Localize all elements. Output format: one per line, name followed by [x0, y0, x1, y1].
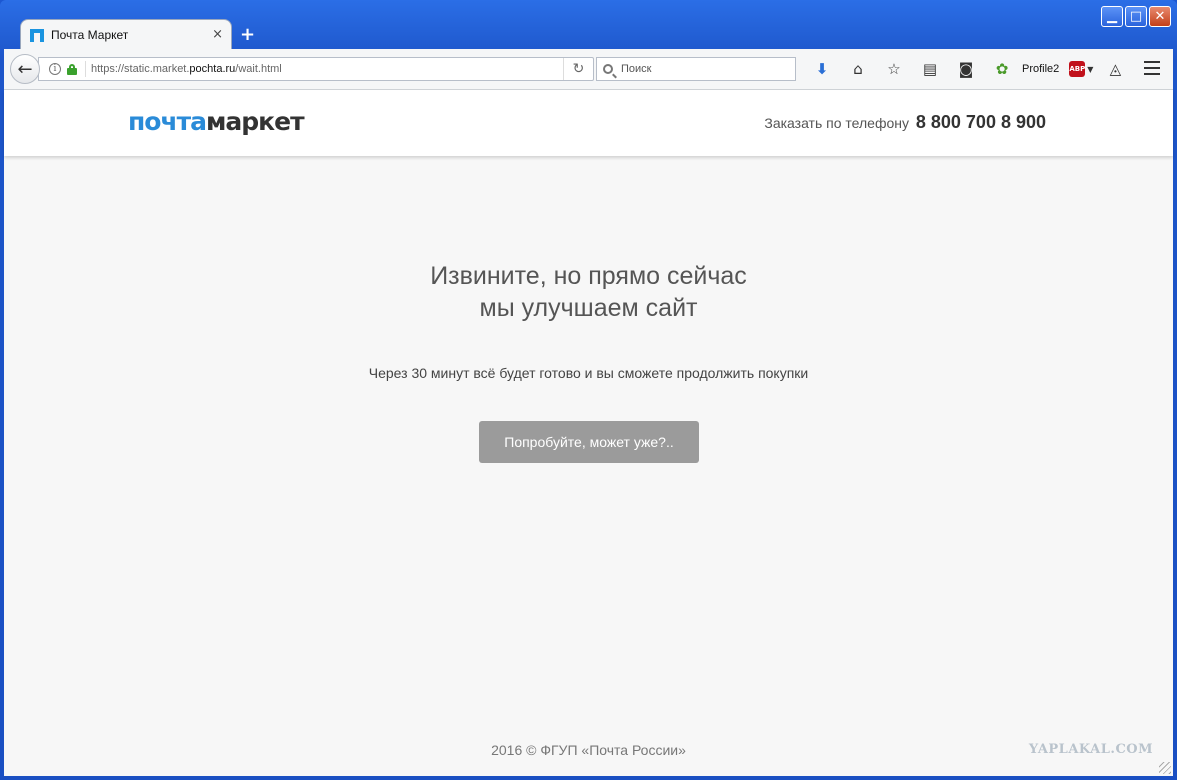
maximize-button[interactable]: □: [1125, 6, 1147, 27]
window-controls: ▁ □ ✕: [1101, 6, 1171, 27]
search-placeholder: Поиск: [621, 63, 652, 75]
reload-icon[interactable]: ↻: [563, 58, 593, 80]
title-line-1: Извините, но прямо сейчас: [430, 262, 747, 290]
arrow-left-icon: ←: [17, 58, 33, 80]
url-text[interactable]: https://static.market.pochta.ru/wait.htm…: [91, 63, 563, 75]
search-input[interactable]: Поиск: [596, 57, 796, 81]
url-prefix: https://static.market.: [91, 63, 190, 75]
info-icon[interactable]: i: [49, 63, 61, 75]
toolbar-icons: ⬇ ⌂ ☆ ▤ ◙ ✿ Profile2 ABP ▼ ◬: [804, 58, 1125, 80]
adblock-icon[interactable]: ABP: [1069, 61, 1086, 77]
search-icon: [603, 64, 613, 74]
chevron-down-icon[interactable]: ▼: [1087, 65, 1093, 74]
url-path: /wait.html: [235, 63, 282, 75]
footer-copyright: 2016 © ФГУП «Почта России»: [491, 742, 686, 758]
logo-part-market: маркет: [205, 107, 305, 136]
download-icon[interactable]: ⬇: [804, 58, 840, 80]
extension-icon[interactable]: ◬: [1105, 58, 1125, 80]
site-header: почтамаркет Заказать по телефону 8 800 7…: [4, 90, 1173, 156]
url-domain: pochta.ru: [189, 63, 236, 75]
browser-window: ▁ □ ✕ Почта Маркет × + i https://static.…: [0, 0, 1177, 780]
home-icon[interactable]: ⌂: [840, 58, 876, 80]
retry-button[interactable]: Попробуйте, может уже?..: [479, 421, 699, 463]
phone-number[interactable]: 8 800 700 8 900: [916, 112, 1046, 132]
hamburger-menu-icon[interactable]: [1144, 61, 1160, 75]
page-title: Извините, но прямо сейчас мы улучшаем са…: [4, 260, 1173, 324]
logo-part-pochta: почта: [128, 107, 207, 136]
phone-label: Заказать по телефону: [764, 115, 909, 131]
back-button[interactable]: ←: [10, 54, 40, 84]
navigation-toolbar: i https://static.market.pochta.ru/wait.h…: [4, 49, 1173, 90]
tab-title: Почта Маркет: [51, 27, 129, 42]
bookmark-star-icon[interactable]: ☆: [876, 58, 912, 80]
pocket-icon[interactable]: ◙: [948, 58, 984, 80]
minimize-button[interactable]: ▁: [1101, 6, 1123, 27]
browser-tab[interactable]: Почта Маркет ×: [20, 19, 232, 49]
title-line-2: мы улучшаем сайт: [479, 294, 698, 322]
profile-label[interactable]: Profile2: [1022, 63, 1059, 75]
tab-close-icon[interactable]: ×: [212, 27, 223, 42]
site-logo[interactable]: почтамаркет: [128, 107, 305, 136]
pochta-favicon-icon: [29, 27, 45, 43]
close-window-button[interactable]: ✕: [1149, 6, 1171, 27]
watermark: YAPLAKAL.COM: [1028, 742, 1153, 757]
resize-grip-icon[interactable]: [1159, 762, 1171, 774]
lock-icon[interactable]: [67, 63, 77, 75]
url-divider: [85, 61, 86, 77]
profile-extension-icon[interactable]: ✿: [984, 58, 1020, 80]
page-subtitle: Через 30 минут всё будет готово и вы смо…: [368, 365, 809, 381]
phone-order: Заказать по телефону 8 800 700 8 900: [764, 112, 1046, 133]
new-tab-button[interactable]: +: [240, 24, 255, 45]
page-content: почтамаркет Заказать по телефону 8 800 7…: [4, 90, 1173, 776]
bookmarks-list-icon[interactable]: ▤: [912, 58, 948, 80]
url-bar[interactable]: i https://static.market.pochta.ru/wait.h…: [38, 57, 594, 81]
